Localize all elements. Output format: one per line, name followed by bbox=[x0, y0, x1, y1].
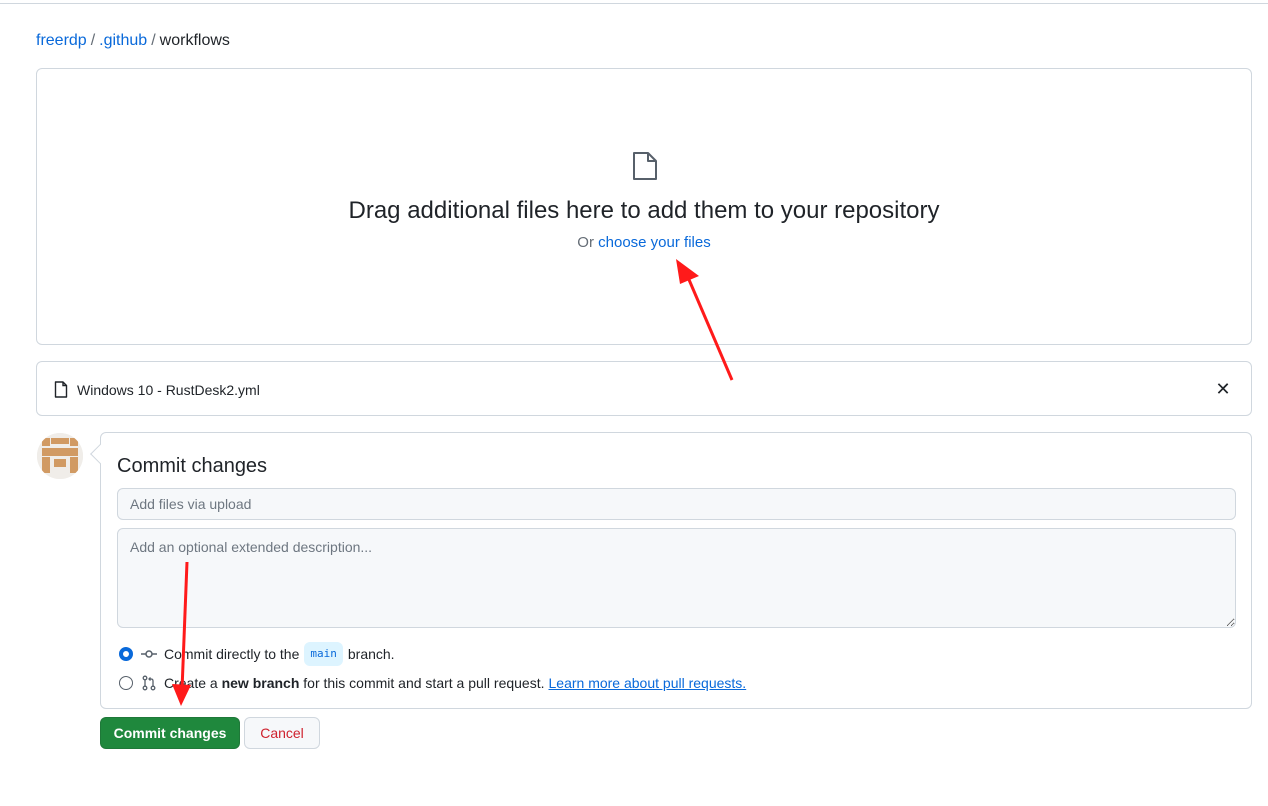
new-branch-option[interactable]: Create a new branch for this commit and … bbox=[119, 673, 746, 693]
close-icon[interactable]: ✕ bbox=[1213, 379, 1233, 399]
commit-form: Commit changes Commit directly to the ma… bbox=[90, 432, 1252, 709]
breadcrumb-current: workflows bbox=[159, 32, 230, 49]
speech-tip bbox=[90, 444, 110, 464]
new-branch-radio[interactable] bbox=[119, 676, 133, 690]
breadcrumb-separator: / bbox=[90, 32, 96, 49]
file-icon bbox=[54, 381, 68, 398]
commit-direct-option[interactable]: Commit directly to the main branch. bbox=[119, 642, 395, 666]
uploaded-file-name: Windows 10 - RustDesk2.yml bbox=[77, 382, 260, 398]
commit-description-textarea[interactable] bbox=[117, 528, 1236, 628]
commit-direct-suffix: branch. bbox=[347, 646, 395, 662]
commit-summary-input[interactable] bbox=[117, 488, 1236, 520]
commit-changes-button[interactable]: Commit changes bbox=[100, 717, 240, 749]
dropzone-title: Drag additional files here to add them t… bbox=[348, 197, 940, 224]
commit-direct-radio[interactable] bbox=[119, 647, 133, 661]
breadcrumb-separator: / bbox=[151, 32, 156, 49]
top-border bbox=[0, 0, 1268, 4]
dropzone-or-text: Or bbox=[577, 234, 594, 251]
file-icon bbox=[633, 152, 657, 180]
choose-files-link[interactable]: choose your files bbox=[598, 234, 711, 251]
learn-more-pull-requests-link[interactable]: Learn more about pull requests. bbox=[549, 673, 747, 693]
breadcrumb: freerdp / .github / workflows bbox=[36, 31, 230, 51]
identicon-image bbox=[37, 433, 83, 479]
breadcrumb-owner-link[interactable]: freerdp bbox=[36, 32, 87, 49]
uploaded-file-item: Windows 10 - RustDesk2.yml ✕ bbox=[36, 361, 1252, 416]
dropzone-subtitle: Or choose your files bbox=[37, 233, 1251, 253]
git-pull-request-icon bbox=[142, 675, 156, 691]
file-dropzone[interactable]: Drag additional files here to add them t… bbox=[36, 68, 1252, 345]
avatar bbox=[37, 433, 83, 479]
commit-direct-prefix: Commit directly to the bbox=[164, 646, 300, 662]
cancel-button[interactable]: Cancel bbox=[244, 717, 320, 749]
new-branch-prefix: Create a bbox=[164, 675, 218, 691]
git-commit-icon bbox=[141, 650, 157, 658]
new-branch-suffix: for this commit and start a pull request… bbox=[303, 675, 545, 691]
breadcrumb-folder-link[interactable]: .github bbox=[99, 32, 147, 49]
branch-name-badge: main bbox=[304, 642, 343, 666]
new-branch-bold: new branch bbox=[221, 675, 300, 691]
commit-heading: Commit changes bbox=[117, 455, 268, 477]
